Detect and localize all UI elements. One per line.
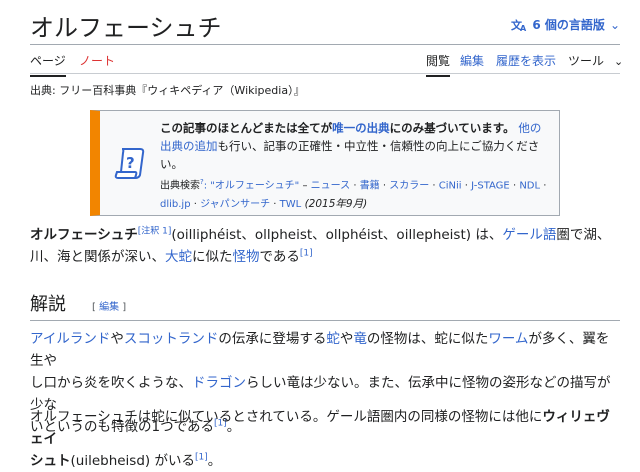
separator: ·: [190, 199, 201, 211]
language-label: 6 個の言語版: [532, 18, 605, 32]
tab-history[interactable]: 履歴を表示: [496, 52, 556, 69]
tab-edit[interactable]: 編集: [460, 52, 484, 69]
separator: –: [299, 180, 311, 192]
separator: ·: [461, 180, 472, 192]
tab-tools[interactable]: ツール ⌄: [568, 52, 623, 69]
monster-link[interactable]: 怪物: [233, 249, 260, 265]
notice-text: この記事のほとんどまたは全てが唯一の出典にのみ基づいています。 他の 出典の追加…: [160, 119, 549, 214]
svg-text:?: ?: [126, 154, 135, 172]
single-source-notice: ? この記事のほとんどまたは全てが唯一の出典にのみ基づいています。 他の 出典の…: [90, 110, 560, 216]
search-twl-link[interactable]: TWL: [280, 199, 302, 210]
western-dragon-link[interactable]: ドラゴン: [192, 375, 246, 391]
text: や: [110, 331, 124, 347]
comparison-paragraph: オルフェーシュチは蛇に似ているとされている。ゲール語圏内の同様の怪物には他にウィ…: [30, 406, 620, 472]
dragon-link[interactable]: 竜: [353, 331, 367, 347]
text: 川、海と関係が深い、: [30, 249, 165, 265]
text: 圏で湖、: [556, 227, 611, 243]
translate-icon: 文 A: [511, 18, 527, 32]
search-dlib-link[interactable]: dlib.jp: [160, 199, 191, 210]
title-divider: [30, 44, 620, 45]
text: に似た: [192, 249, 233, 265]
tab-note[interactable]: ノート: [79, 52, 115, 69]
source-line: 出典: フリー百科事典『ウィキペディア（Wikipedia）』: [30, 84, 305, 97]
search-scholar-link[interactable]: スカラー: [389, 180, 429, 191]
notice-bold-text: にのみ基づいています。: [389, 121, 515, 135]
text: し口から炎を吹くような、: [30, 375, 192, 391]
snake-link[interactable]: 蛇: [326, 331, 340, 347]
section-edit: [ 編集 ]: [92, 298, 126, 313]
text: や: [339, 331, 354, 347]
chevron-down-icon: ⌄: [614, 55, 624, 68]
separator: ·: [270, 199, 280, 211]
text: である: [259, 249, 300, 265]
ireland-link[interactable]: アイルランド: [30, 331, 110, 347]
section-title: 解説: [30, 294, 66, 315]
section-divider: [30, 320, 620, 321]
search-ndl-link[interactable]: NDL: [519, 180, 540, 191]
bracket: [: [92, 302, 96, 313]
source-search-label: 出典検索: [160, 180, 200, 192]
text: 。: [207, 453, 222, 469]
separator: ·: [509, 180, 520, 192]
bold-term: シュト: [30, 453, 71, 469]
citation-reference[interactable]: [1]: [300, 249, 313, 259]
bracket: ]: [122, 302, 127, 313]
section-edit-link[interactable]: 編集: [99, 302, 119, 313]
separator: ·: [379, 180, 390, 192]
lead-paragraph: オルフェーシュチ[注釈 1](oilliphéist、ollpheist、oll…: [30, 224, 620, 268]
serpent-link[interactable]: 大蛇: [165, 249, 192, 265]
separator: ·: [429, 180, 439, 192]
notice-text-line: い。: [160, 157, 183, 171]
separator: ·: [540, 180, 547, 192]
text: (uilebheisd) がいる: [70, 453, 195, 469]
only-source-link[interactable]: 唯一の出典: [332, 121, 390, 135]
search-japansearch-link[interactable]: ジャパンサーチ: [200, 199, 270, 210]
notice-date: (2015年9月): [301, 198, 368, 211]
text: の伝承に登場する: [218, 331, 327, 347]
chevron-down-icon: ⌄: [609, 17, 620, 32]
text: (oilliphéist、ollpheist、ollphéist、oilleph…: [171, 227, 503, 243]
add-source-link[interactable]: 出典の追加: [160, 139, 218, 153]
other-sources-link[interactable]: 他の: [518, 121, 541, 135]
title-row: オルフェーシュチ 文 A 6 個の言語版 ⌄: [30, 6, 620, 46]
citation-reference[interactable]: [1]: [195, 453, 208, 463]
text: の怪物は、蛇に似た: [366, 331, 489, 347]
search-books-link[interactable]: 書籍: [360, 180, 380, 191]
tabs-divider: [30, 73, 620, 74]
text: オルフェーシュチは蛇に似ているとされている。ゲール語圏内の同様の怪物には他に: [30, 409, 543, 425]
wyrm-link[interactable]: ワーム: [488, 331, 528, 347]
search-term-link[interactable]: : "オルフェーシュチ": [204, 180, 300, 191]
search-cinii-link[interactable]: CiNii: [439, 180, 462, 191]
gaelic-link[interactable]: ゲール語: [502, 227, 556, 243]
tools-label: ツール: [568, 54, 605, 68]
note-reference[interactable]: [注釈 1]: [138, 227, 172, 237]
notice-bold-text: この記事のほとんどまたは全てが: [160, 121, 333, 135]
notice-text-line: も行い、記事の正確性・中立性・信頼性の向上にご協力くださ: [217, 139, 540, 153]
svg-text:A: A: [520, 24, 527, 32]
article-subject: オルフェーシュチ: [30, 227, 138, 243]
page-title: オルフェーシュチ: [30, 14, 222, 42]
separator: ·: [350, 180, 360, 192]
scotland-link[interactable]: スコットランド: [124, 331, 219, 347]
search-news-link[interactable]: ニュース: [311, 180, 351, 191]
page-tabs: ページ ノート 閲覧 編集 履歴を表示 ツール ⌄: [30, 46, 623, 77]
search-jstage-link[interactable]: J-STAGE: [471, 180, 510, 191]
language-button[interactable]: 文 A 6 個の言語版 ⌄: [511, 16, 620, 33]
section-heading: 解説 [ 編集 ]: [30, 290, 620, 320]
scroll-question-icon: ?: [114, 148, 145, 179]
